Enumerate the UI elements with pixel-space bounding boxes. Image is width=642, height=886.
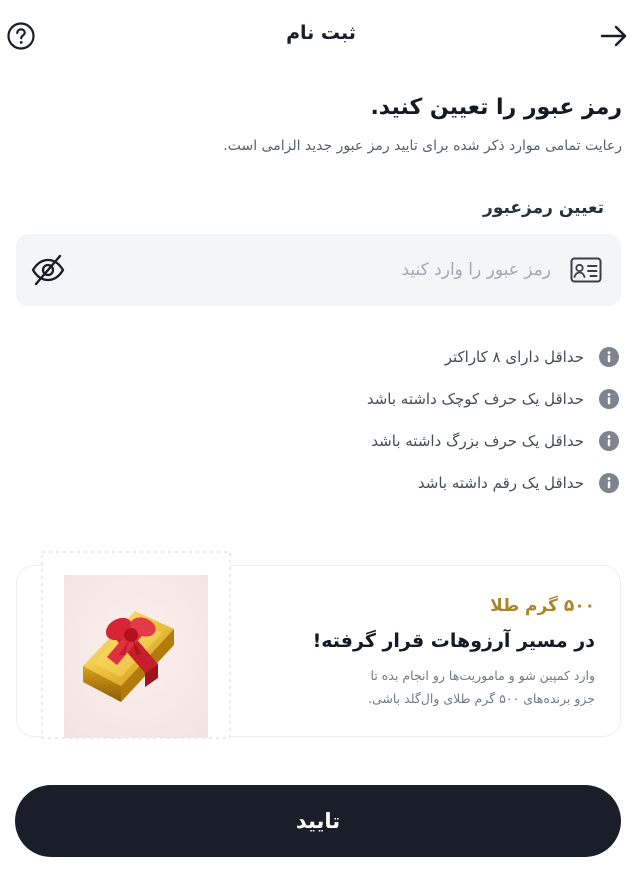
- password-rule: حداقل یک حرف بزرگ داشته باشد: [220, 420, 620, 462]
- promo-description: وارد کمپین شو و ماموریت‌ها رو انجام بده …: [305, 664, 595, 710]
- question-circle-icon: [7, 22, 35, 50]
- eye-off-icon: [31, 254, 65, 286]
- password-rule-text: حداقل یک رقم داشته باشد: [417, 474, 584, 492]
- password-rule: حداقل یک رقم داشته باشد: [220, 462, 620, 504]
- form-subheading: رعایت تمامی موارد ذکر شده برای تایید رمز…: [223, 138, 622, 154]
- help-button[interactable]: [6, 21, 36, 51]
- info-icon: [598, 388, 620, 410]
- password-rules-list: حداقل دارای ۸ کاراکتر حداقل یک حرف کوچک …: [220, 336, 620, 504]
- password-rule-text: حداقل یک حرف بزرگ داشته باشد: [371, 432, 584, 450]
- promo-title: در مسیر آرزوهات قرار گرفته!: [312, 630, 595, 652]
- password-input[interactable]: [111, 254, 551, 286]
- info-icon: [598, 472, 620, 494]
- password-field-label: تعیین رمزعبور: [483, 198, 604, 218]
- confirm-button[interactable]: تایید: [15, 785, 621, 857]
- password-field: [16, 234, 621, 306]
- promo-amount: ۵۰۰ گرم طلا: [490, 596, 595, 616]
- form-heading: رمز عبور را تعیین کنید.: [370, 95, 622, 120]
- gold-bar-gift-image: [41, 551, 231, 739]
- page-title: ثبت نام: [286, 22, 356, 44]
- gold-campaign-banner[interactable]: ۵۰۰ گرم طلا در مسیر آرزوهات قرار گرفته! …: [16, 551, 621, 739]
- toggle-visibility-button[interactable]: [30, 253, 66, 287]
- password-rule-text: حداقل یک حرف کوچک داشته باشد: [366, 390, 584, 408]
- id-card-icon: [569, 254, 603, 286]
- info-icon: [598, 430, 620, 452]
- info-icon: [598, 346, 620, 368]
- top-bar: ثبت نام: [0, 0, 642, 72]
- password-rule: حداقل دارای ۸ کاراکتر: [220, 336, 620, 378]
- promo-description-line: جزو برنده‌های ۵۰۰ گرم طلای وال‌گلد باشی.: [368, 691, 595, 706]
- password-rule-text: حداقل دارای ۸ کاراکتر: [444, 348, 584, 366]
- promo-description-line: وارد کمپین شو و ماموریت‌ها رو انجام بده …: [370, 668, 595, 683]
- password-rule: حداقل یک حرف کوچک داشته باشد: [220, 378, 620, 420]
